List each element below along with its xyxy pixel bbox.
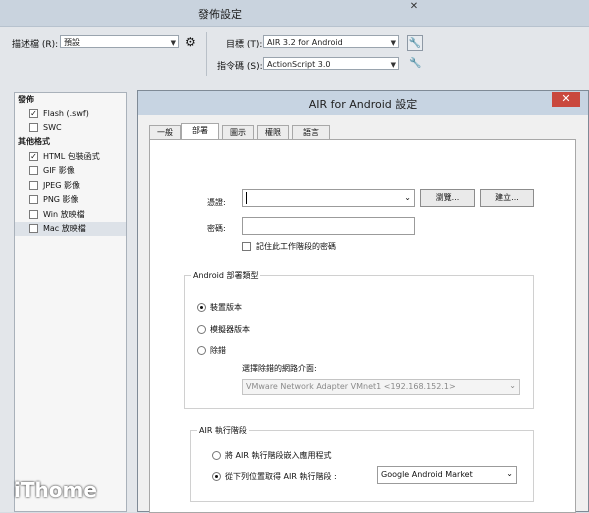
air-titlebar: AIR for Android 設定 ✕	[138, 91, 588, 115]
tab-icons[interactable]: 圖示	[222, 125, 254, 139]
chevron-down-icon: ⌄	[506, 469, 513, 478]
format-label: JPEG 影像	[43, 181, 80, 190]
password-field[interactable]	[242, 217, 415, 235]
format-label: Flash (.swf)	[43, 109, 89, 118]
tab-permissions[interactable]: 權限	[257, 125, 289, 139]
publish-title: 發佈設定	[198, 8, 242, 21]
deploy-type-group: Android 部署類型 裝置版本 模擬器版本 除錯 選擇除錯的網路介面: VM…	[184, 270, 534, 409]
air-android-settings-dialog: AIR for Android 設定 ✕ 一般 部署 圖示 權限 語言 憑證: …	[137, 90, 589, 513]
format-label: PNG 影像	[43, 195, 79, 204]
air-dialog-title: AIR for Android 設定	[308, 98, 418, 111]
format-item-mac-projector[interactable]: Mac 放映檔	[15, 222, 126, 236]
chevron-down-icon: ▼	[390, 39, 396, 47]
format-item-png[interactable]: PNG 影像	[15, 193, 126, 207]
deploy-emulator-radio[interactable]	[197, 325, 206, 334]
script-label: 指令碼 (S):	[217, 62, 263, 72]
checkbox[interactable]	[29, 181, 38, 190]
runtime-embed-radio[interactable]	[212, 451, 221, 460]
network-interface-label: 選擇除錯的網路介面:	[242, 364, 317, 373]
password-label: 密碼:	[207, 224, 226, 233]
format-label: GIF 影像	[43, 166, 75, 175]
runtime-source-value: Google Android Market	[381, 470, 473, 479]
chevron-down-icon: ▼	[170, 39, 176, 47]
checkbox[interactable]	[29, 123, 38, 132]
remember-password-label: 記住此工作階段的密碼	[256, 242, 336, 251]
format-label: HTML 包裝函式	[43, 152, 100, 161]
deploy-device-label: 裝置版本	[210, 303, 242, 312]
checkbox[interactable]	[29, 210, 38, 219]
format-label: Mac 放映檔	[43, 224, 86, 233]
runtime-embed-label: 將 AIR 執行階段嵌入應用程式	[225, 451, 332, 460]
deploy-debug-radio[interactable]	[197, 346, 206, 355]
publish-header: 發佈	[18, 95, 34, 104]
runtime-download-radio[interactable]	[212, 472, 221, 481]
gear-icon[interactable]: ⚙	[185, 36, 198, 49]
tab-deployment[interactable]: 部署	[181, 123, 219, 140]
chevron-down-icon: ⌄	[404, 193, 411, 202]
runtime-download-label: 從下列位置取得 AIR 執行階段 :	[225, 472, 337, 481]
other-formats-header: 其他格式	[18, 137, 50, 146]
script-select[interactable]: ActionScript 3.0 ▼	[263, 57, 399, 70]
publish-close-icon[interactable]: ✕	[406, 1, 422, 15]
air-runtime-group: AIR 執行階段 將 AIR 執行階段嵌入應用程式 從下列位置取得 AIR 執行…	[190, 425, 534, 502]
profile-label: 描述檔 (R):	[12, 40, 59, 50]
profile-select[interactable]: 預設 ▼	[60, 35, 179, 48]
target-select[interactable]: AIR 3.2 for Android ▼	[263, 35, 399, 48]
publish-titlebar: 發佈設定 ✕	[0, 0, 589, 27]
air-close-icon[interactable]: ✕	[552, 92, 580, 107]
tab-languages[interactable]: 語言	[292, 125, 330, 139]
format-list: 發佈 ✓ Flash (.swf) SWC 其他格式 ✓ HTML 包裝函式 G…	[14, 92, 127, 512]
chevron-down-icon: ▼	[390, 61, 396, 69]
script-value: ActionScript 3.0	[267, 60, 331, 69]
format-item-html[interactable]: ✓ HTML 包裝函式	[15, 150, 126, 164]
deploy-type-group-title: Android 部署類型	[191, 270, 261, 281]
watermark-logo: iThome	[14, 478, 97, 502]
format-item-jpeg[interactable]: JPEG 影像	[15, 179, 126, 193]
remember-password-checkbox[interactable]	[242, 242, 251, 251]
deploy-device-radio[interactable]	[197, 303, 206, 312]
profile-value: 預設	[64, 38, 80, 47]
air-runtime-group-title: AIR 執行階段	[197, 425, 249, 436]
deployment-panel: 憑證: ⌄ 瀏覽... 建立... 密碼: 記住此工作階段的密碼 Android…	[149, 139, 576, 513]
network-interface-select[interactable]: VMware Network Adapter VMnet1 <192.168.1…	[242, 379, 520, 395]
deploy-emulator-label: 模擬器版本	[210, 325, 250, 334]
format-label: SWC	[43, 123, 62, 132]
target-label: 目標 (T):	[226, 40, 263, 50]
format-item-flash[interactable]: ✓ Flash (.swf)	[15, 107, 126, 121]
certificate-label: 憑證:	[207, 198, 226, 207]
checkbox[interactable]: ✓	[29, 109, 38, 118]
create-button[interactable]: 建立...	[480, 189, 534, 207]
certificate-select[interactable]: ⌄	[242, 189, 415, 207]
target-settings-wrench-icon[interactable]: 🔧	[407, 35, 423, 51]
checkbox[interactable]: ✓	[29, 152, 38, 161]
checkbox[interactable]	[29, 224, 38, 233]
checkbox[interactable]	[29, 195, 38, 204]
network-interface-value: VMware Network Adapter VMnet1 <192.168.1…	[246, 382, 456, 391]
separator	[206, 32, 207, 76]
format-item-gif[interactable]: GIF 影像	[15, 164, 126, 178]
script-settings-wrench-icon[interactable]: 🔧	[409, 58, 423, 72]
format-label: Win 放映檔	[43, 210, 85, 219]
format-item-win-projector[interactable]: Win 放映檔	[15, 208, 126, 222]
chevron-down-icon: ⌄	[509, 381, 516, 390]
text-caret	[246, 192, 247, 204]
format-item-swc[interactable]: SWC	[15, 121, 126, 135]
tab-general[interactable]: 一般	[149, 125, 181, 139]
deploy-debug-label: 除錯	[210, 346, 226, 355]
browse-button[interactable]: 瀏覽...	[420, 189, 475, 207]
checkbox[interactable]	[29, 166, 38, 175]
runtime-source-select[interactable]: Google Android Market ⌄	[377, 466, 517, 484]
target-value: AIR 3.2 for Android	[267, 38, 343, 47]
